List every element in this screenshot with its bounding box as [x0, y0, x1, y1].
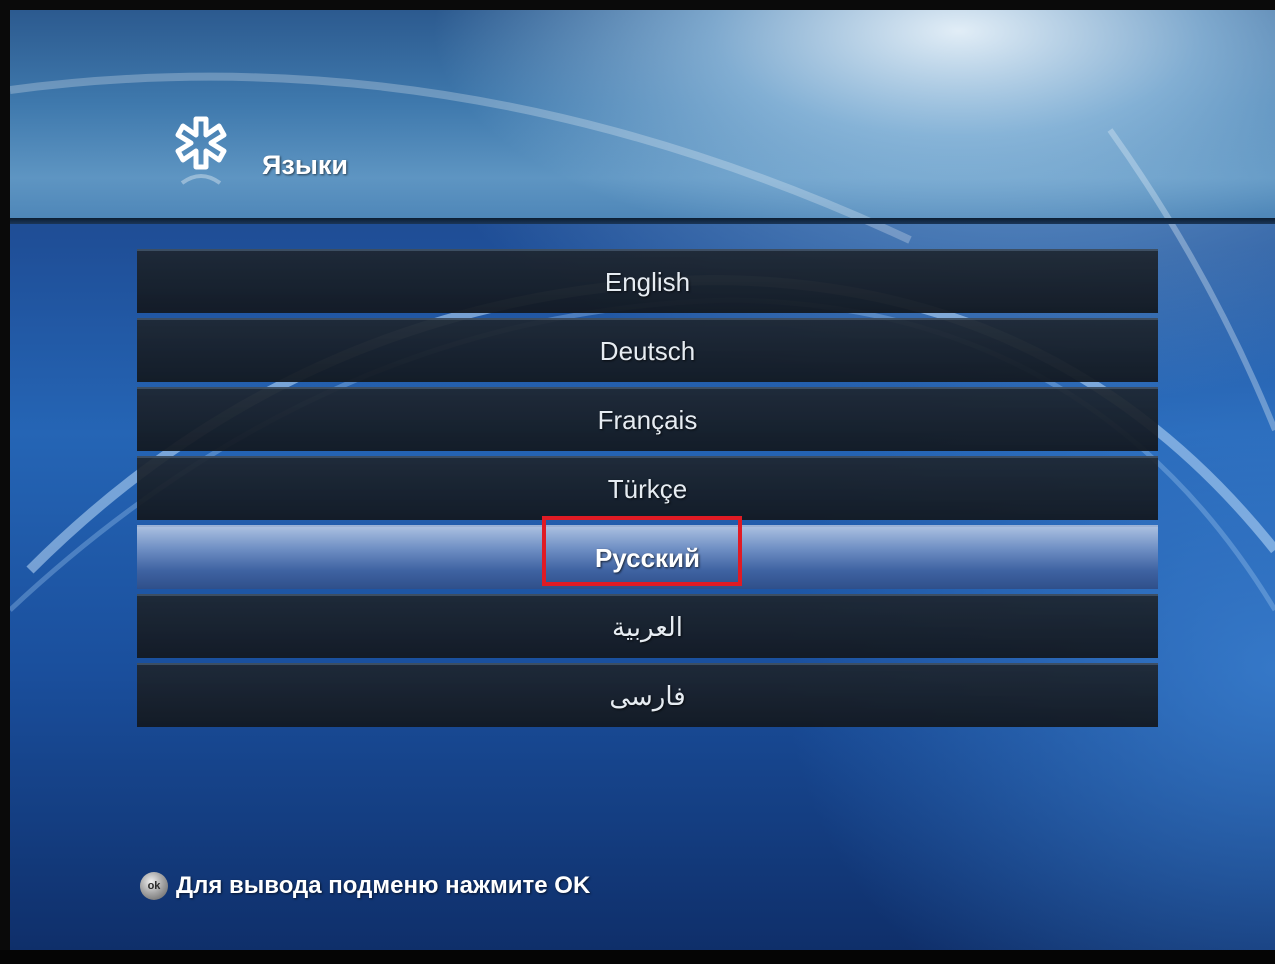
- settings-asterisk-icon: [175, 116, 227, 185]
- ok-button-icon: ok: [140, 872, 168, 900]
- footer-hint-text: Для вывода подменю нажмите OK: [176, 872, 591, 899]
- footer-hint: ok Для вывода подменю нажмите OK: [140, 872, 590, 900]
- frame-border-left: [0, 0, 10, 964]
- language-option-turkce[interactable]: Türkçe: [137, 456, 1158, 520]
- header-divider: [10, 218, 1275, 224]
- language-option-deutsch[interactable]: Deutsch: [137, 318, 1158, 382]
- language-option-persian[interactable]: فارسی: [137, 663, 1158, 727]
- language-option-francais[interactable]: Français: [137, 387, 1158, 451]
- language-menu: English Deutsch Français Türkçe Русский …: [137, 249, 1158, 732]
- selection-highlight-box: [542, 516, 742, 586]
- language-option-english[interactable]: English: [137, 249, 1158, 313]
- page-title: Языки: [262, 150, 348, 180]
- frame-border-top: [0, 0, 1275, 10]
- language-option-arabic[interactable]: العربية: [137, 594, 1158, 658]
- frame-border-bottom: [0, 950, 1275, 964]
- tv-menu-screen: Языки English Deutsch Français Türkçe Ру…: [0, 0, 1275, 964]
